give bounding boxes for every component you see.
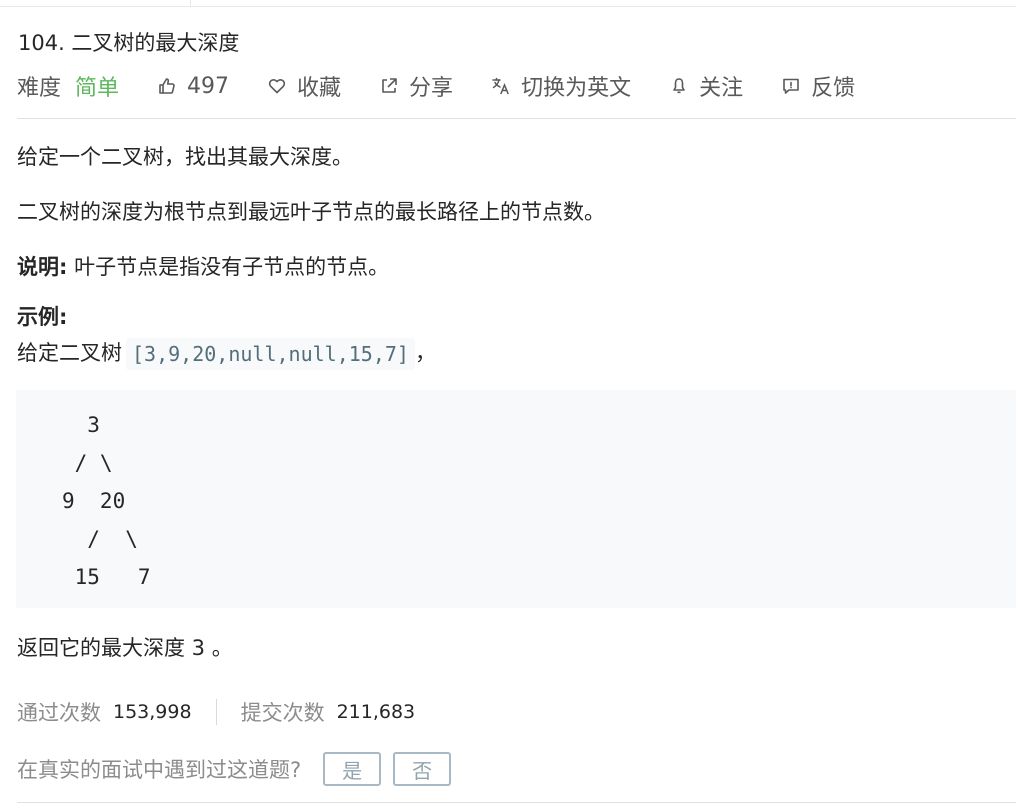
submitted-value: 211,683	[336, 701, 416, 723]
difficulty-badge: 简单	[75, 76, 120, 101]
top-tab-bar	[0, 0, 1016, 7]
accepted-label: 通过次数	[17, 701, 101, 725]
bottom-divider	[17, 802, 1016, 803]
difficulty-label: 难度	[17, 76, 62, 101]
submitted-label: 提交次数	[240, 701, 325, 725]
description-line-1: 给定一个二叉树，找出其最大深度。	[17, 145, 353, 169]
follow-label: 关注	[699, 76, 744, 101]
yes-button[interactable]: 是	[323, 752, 382, 786]
result-text: 返回它的最大深度 3 。	[17, 636, 233, 660]
favorite-button[interactable]: 收藏	[267, 70, 341, 102]
feedback-icon	[781, 76, 801, 96]
share-icon	[379, 76, 399, 96]
example-input-code: [3,9,20,null,null,15,7]	[126, 338, 415, 370]
translate-button[interactable]: 切换为英文	[491, 70, 631, 102]
feedback-label: 反馈	[811, 76, 856, 101]
share-label: 分享	[409, 76, 454, 101]
tree-ascii-art: 3 / \ 9 20 / \ 15 7	[62, 413, 151, 589]
note-label: 说明:	[17, 255, 68, 279]
heart-icon	[267, 76, 287, 96]
accepted-value: 153,998	[113, 701, 192, 723]
submission-stats: 通过次数 153,998 提交次数 211,683	[17, 696, 415, 728]
no-button[interactable]: 否	[393, 752, 452, 786]
bell-icon	[669, 76, 689, 96]
tab-divider	[190, 0, 191, 7]
description-line-2: 二叉树的深度为根节点到最远叶子节点的最长路径上的节点数。	[17, 200, 605, 224]
like-count: 497	[187, 73, 230, 99]
note-text: 叶子节点是指没有子节点的节点。	[67, 255, 390, 279]
example-suffix: ，	[414, 341, 436, 365]
example-label: 示例:	[17, 305, 68, 329]
example-intro-line: 给定二叉树 [3,9,20,null,null,15,7]，	[17, 338, 436, 370]
translate-label: 切换为英文	[521, 76, 632, 101]
example-intro: 给定二叉树	[17, 341, 122, 365]
stats-separator	[215, 699, 217, 725]
interview-question: 在真实的面试中遇到过这道题?	[17, 758, 302, 782]
interview-question-row: 在真实的面试中遇到过这道题? 是 否	[17, 752, 463, 786]
problem-title: 104. 二叉树的最大深度	[18, 31, 240, 55]
example-heading: 示例:	[17, 302, 67, 332]
thumbs-up-icon	[157, 76, 177, 96]
share-button[interactable]: 分享	[379, 70, 453, 102]
note-paragraph: 说明: 叶子节点是指没有子节点的节点。	[17, 252, 389, 282]
like-button[interactable]: 497	[157, 74, 229, 99]
tree-code-block: 3 / \ 9 20 / \ 15 7	[16, 390, 1016, 608]
favorite-label: 收藏	[297, 76, 342, 101]
problem-meta-bar: 难度 简单 497 收藏 分享 切换为英文 关注 反馈	[17, 68, 893, 104]
follow-button[interactable]: 关注	[669, 70, 743, 102]
translate-icon	[491, 76, 511, 96]
feedback-button[interactable]: 反馈	[781, 70, 855, 102]
header-divider	[17, 118, 1016, 119]
